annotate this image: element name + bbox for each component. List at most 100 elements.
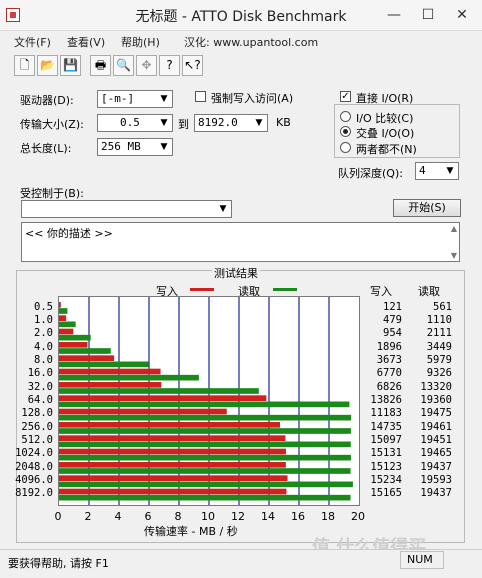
save-icon[interactable]: 💾 (60, 55, 81, 76)
open-folder-icon[interactable]: 📂 (37, 55, 58, 76)
read-bar (59, 494, 351, 501)
print-preview-icon[interactable]: 🔍 (113, 55, 134, 76)
write-value-label: 6826 (376, 380, 402, 393)
read-bar (59, 334, 91, 341)
read-value-label: 561 (433, 300, 452, 313)
x-tick-label: 20 (351, 510, 365, 523)
x-tick-label: 10 (201, 510, 215, 523)
write-value-label: 3673 (376, 354, 402, 366)
write-legend-swatch (190, 288, 214, 291)
menu-view[interactable]: 查看(V) (67, 34, 105, 50)
write-bar (59, 395, 267, 401)
neither-label: 两者都不(N) (356, 143, 417, 156)
transfer-from-value: 0.5 (120, 116, 140, 129)
transfer-to-select[interactable]: 8192.0 ▼ (194, 114, 268, 132)
start-button[interactable]: 开始(S) (393, 199, 461, 217)
category-label: 1.0 (34, 314, 53, 326)
write-value-label: 15123 (370, 460, 402, 473)
print-icon[interactable]: 🖶 (90, 55, 111, 76)
chevron-down-icon: ▼ (219, 204, 227, 214)
category-labels: 0.5 1.0 2.0 4.0 8.0 16.0 32.0 64.0 128.0 256.0 512… (15, 296, 56, 506)
move-icon[interactable]: ✥ (136, 55, 157, 76)
read-value-label: 19451 (420, 434, 452, 446)
write-value-label: 15165 (370, 487, 402, 500)
drive-label: 驱动器(D): (20, 94, 74, 107)
minimize-icon[interactable]: — (380, 4, 408, 26)
read-value-label: 19360 (420, 394, 452, 406)
force-write-checkbox[interactable] (195, 91, 206, 102)
write-value-label: 6770 (376, 367, 402, 380)
to-label: 到 (178, 118, 189, 131)
write-bar (59, 462, 286, 468)
write-value-label: 13826 (370, 394, 402, 406)
read-bar (59, 361, 149, 368)
write-value-label: 15234 (370, 474, 402, 486)
queue-depth-value: 4 (419, 164, 426, 177)
read-value-label: 19465 (420, 447, 452, 460)
read-bar (59, 468, 351, 474)
force-write-label: 强制写入访问(A) (211, 92, 294, 105)
menu-file[interactable]: 文件(F) (14, 34, 51, 50)
x-tick-label: 18 (321, 510, 335, 523)
controlled-by-select[interactable]: ▼ (21, 200, 232, 218)
results-group-label: 测试结果 (212, 265, 260, 281)
chart-svg (59, 297, 353, 505)
x-tick-label: 14 (261, 510, 275, 523)
read-bar (59, 454, 351, 461)
category-label: 16.0 (27, 367, 53, 380)
write-bar (59, 488, 287, 495)
overlapped-io-radio[interactable] (340, 126, 351, 137)
controlled-by-label: 受控制于(B): (20, 187, 84, 200)
write-bar (59, 408, 227, 415)
chevron-down-icon: ▼ (446, 166, 454, 176)
write-bar (59, 355, 115, 361)
write-value-label: 11183 (370, 407, 402, 420)
total-length-select[interactable]: 256 MB ▼ (97, 138, 173, 156)
close-icon[interactable]: ✕ (448, 4, 476, 26)
write-bar (59, 342, 88, 348)
write-value-label: 15097 (370, 434, 402, 446)
category-label: 64.0 (27, 394, 53, 406)
category-label: 2.0 (34, 327, 53, 340)
read-value-label: 5979 (426, 354, 452, 366)
write-value-label: 121 (383, 300, 402, 313)
category-label: 4096.0 (15, 474, 53, 486)
read-value-label: 19593 (420, 474, 452, 486)
chevron-down-icon: ▼ (255, 118, 263, 128)
menu-localization: 汉化: www.upantool.com (184, 36, 319, 49)
x-tick-label: 0 (54, 510, 62, 523)
chevron-down-icon: ▼ (160, 118, 168, 128)
read-value-label: 9326 (426, 367, 452, 380)
maximize-icon[interactable]: ☐ (414, 4, 442, 26)
chart-area (58, 296, 360, 506)
drive-select[interactable]: [-m-] ▼ (97, 90, 173, 108)
write-bar (59, 302, 61, 308)
overlapped-io-label: 交叠 I/O(O) (356, 127, 415, 140)
read-bar (59, 428, 351, 434)
category-label: 256.0 (21, 420, 53, 433)
description-textarea[interactable]: << 你的描述 >> ▲ ▼ (21, 222, 460, 262)
help-icon[interactable]: ? (159, 55, 180, 76)
transfer-from-select[interactable]: 0.5 ▼ (97, 114, 173, 132)
category-label: 1024.0 (15, 447, 53, 460)
write-value-label: 14735 (370, 420, 402, 433)
queue-depth-select[interactable]: 4 ▼ (415, 162, 459, 180)
context-help-icon[interactable]: ↖? (182, 55, 203, 76)
window-title: 无标题 - ATTO Disk Benchmark (135, 9, 347, 25)
menu-help[interactable]: 帮助(H) (121, 34, 160, 50)
x-tick-label: 4 (114, 510, 122, 523)
drive-value: [-m-] (101, 92, 135, 105)
category-label: 8192.0 (15, 487, 53, 500)
read-bar (59, 321, 76, 328)
scroll-up-icon[interactable]: ▲ (451, 224, 457, 233)
value-labels: 121 561 479 1110 954 2111 1896 3449 3673 5979 6770… (360, 296, 460, 506)
write-value-label: 479 (383, 314, 402, 326)
queue-depth-label: 队列深度(Q): (338, 167, 403, 180)
io-compare-radio[interactable] (340, 111, 351, 122)
read-value-label: 1110 (426, 314, 452, 326)
total-length-value: 256 MB (101, 140, 141, 153)
new-file-icon[interactable]: 🗋 (14, 55, 35, 76)
direct-io-checkbox[interactable]: ✓ (340, 91, 351, 102)
scroll-down-icon[interactable]: ▼ (451, 251, 457, 260)
neither-radio[interactable] (340, 142, 351, 153)
